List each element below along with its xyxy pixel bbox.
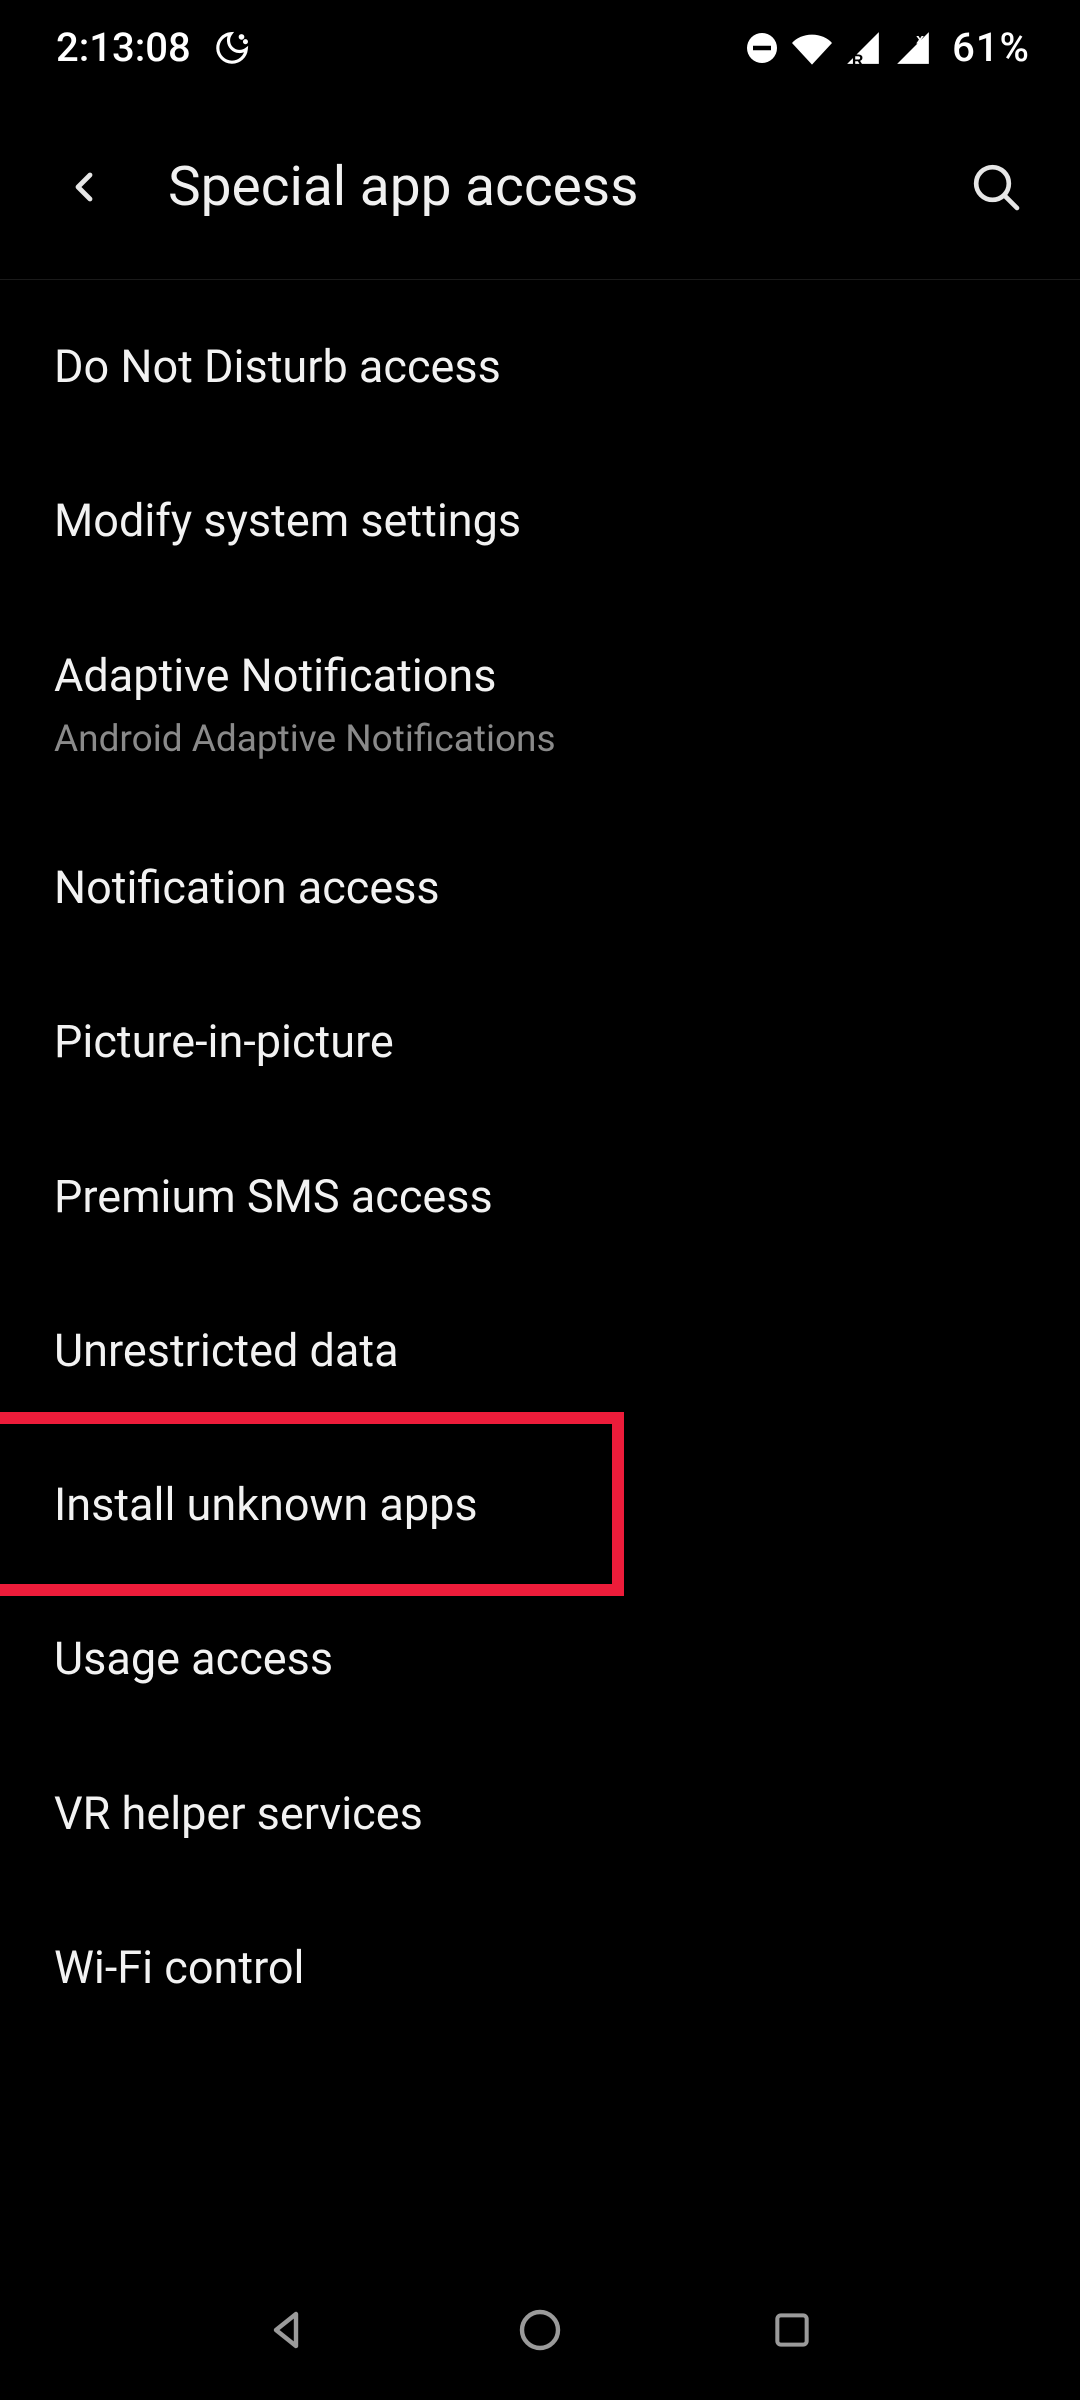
nav-bar [0, 2260, 1080, 2400]
list-item[interactable]: Do Not Disturb access [0, 290, 1080, 444]
list-item-title: Adaptive Notifications [54, 648, 1026, 704]
wifi-icon [792, 28, 832, 68]
svg-text:R: R [852, 52, 864, 67]
list-item-title: Do Not Disturb access [54, 339, 1026, 395]
signal-roaming-icon: R [844, 29, 882, 67]
list-item-title: Premium SMS access [54, 1169, 1026, 1225]
battery-text: 61% [952, 24, 1030, 71]
nav-back-button[interactable] [252, 2294, 324, 2366]
list-item-title: VR helper services [54, 1786, 1026, 1842]
status-time: 2:13:08 [56, 24, 191, 71]
list-item-title: Install unknown apps [54, 1477, 1026, 1533]
list-item[interactable]: Usage access [0, 1582, 1080, 1736]
status-right: R x 61% [744, 24, 1030, 71]
list-item[interactable]: Install unknown apps [0, 1428, 1080, 1582]
list-item[interactable]: Modify system settings [0, 444, 1080, 598]
list-item-title: Usage access [54, 1631, 1026, 1687]
list-item-title: Wi-Fi control [54, 1940, 1026, 1996]
list-item[interactable]: Picture-in-picture [0, 965, 1080, 1119]
list-item[interactable]: Premium SMS access [0, 1120, 1080, 1274]
list-item-title: Notification access [54, 860, 1026, 916]
list-item[interactable]: Unrestricted data [0, 1274, 1080, 1428]
moon-icon [213, 29, 251, 67]
list-item[interactable]: Wi-Fi control [0, 1891, 1080, 2045]
list-item[interactable]: VR helper services [0, 1737, 1080, 1891]
status-left: 2:13:08 [56, 24, 251, 71]
list-item-title: Modify system settings [54, 493, 1026, 549]
settings-list: Do Not Disturb access Modify system setti… [0, 280, 1080, 2045]
app-bar: Special app access [0, 95, 1080, 280]
signal-x-icon: x [894, 29, 932, 67]
search-button[interactable] [960, 151, 1032, 223]
nav-recent-button[interactable] [756, 2294, 828, 2366]
svg-text:x: x [916, 31, 924, 47]
list-item-subtitle: Android Adaptive Notifications [54, 718, 1026, 762]
status-bar: 2:13:08 R x 61% [0, 0, 1080, 95]
page-title: Special app access [168, 155, 960, 219]
list-item[interactable]: Adaptive Notifications Android Adaptive N… [0, 599, 1080, 812]
list-item-title: Unrestricted data [54, 1323, 1026, 1379]
dnd-icon [744, 30, 780, 66]
nav-home-button[interactable] [504, 2294, 576, 2366]
list-item[interactable]: Notification access [0, 811, 1080, 965]
back-button[interactable] [48, 151, 120, 223]
list-item-title: Picture-in-picture [54, 1014, 1026, 1070]
